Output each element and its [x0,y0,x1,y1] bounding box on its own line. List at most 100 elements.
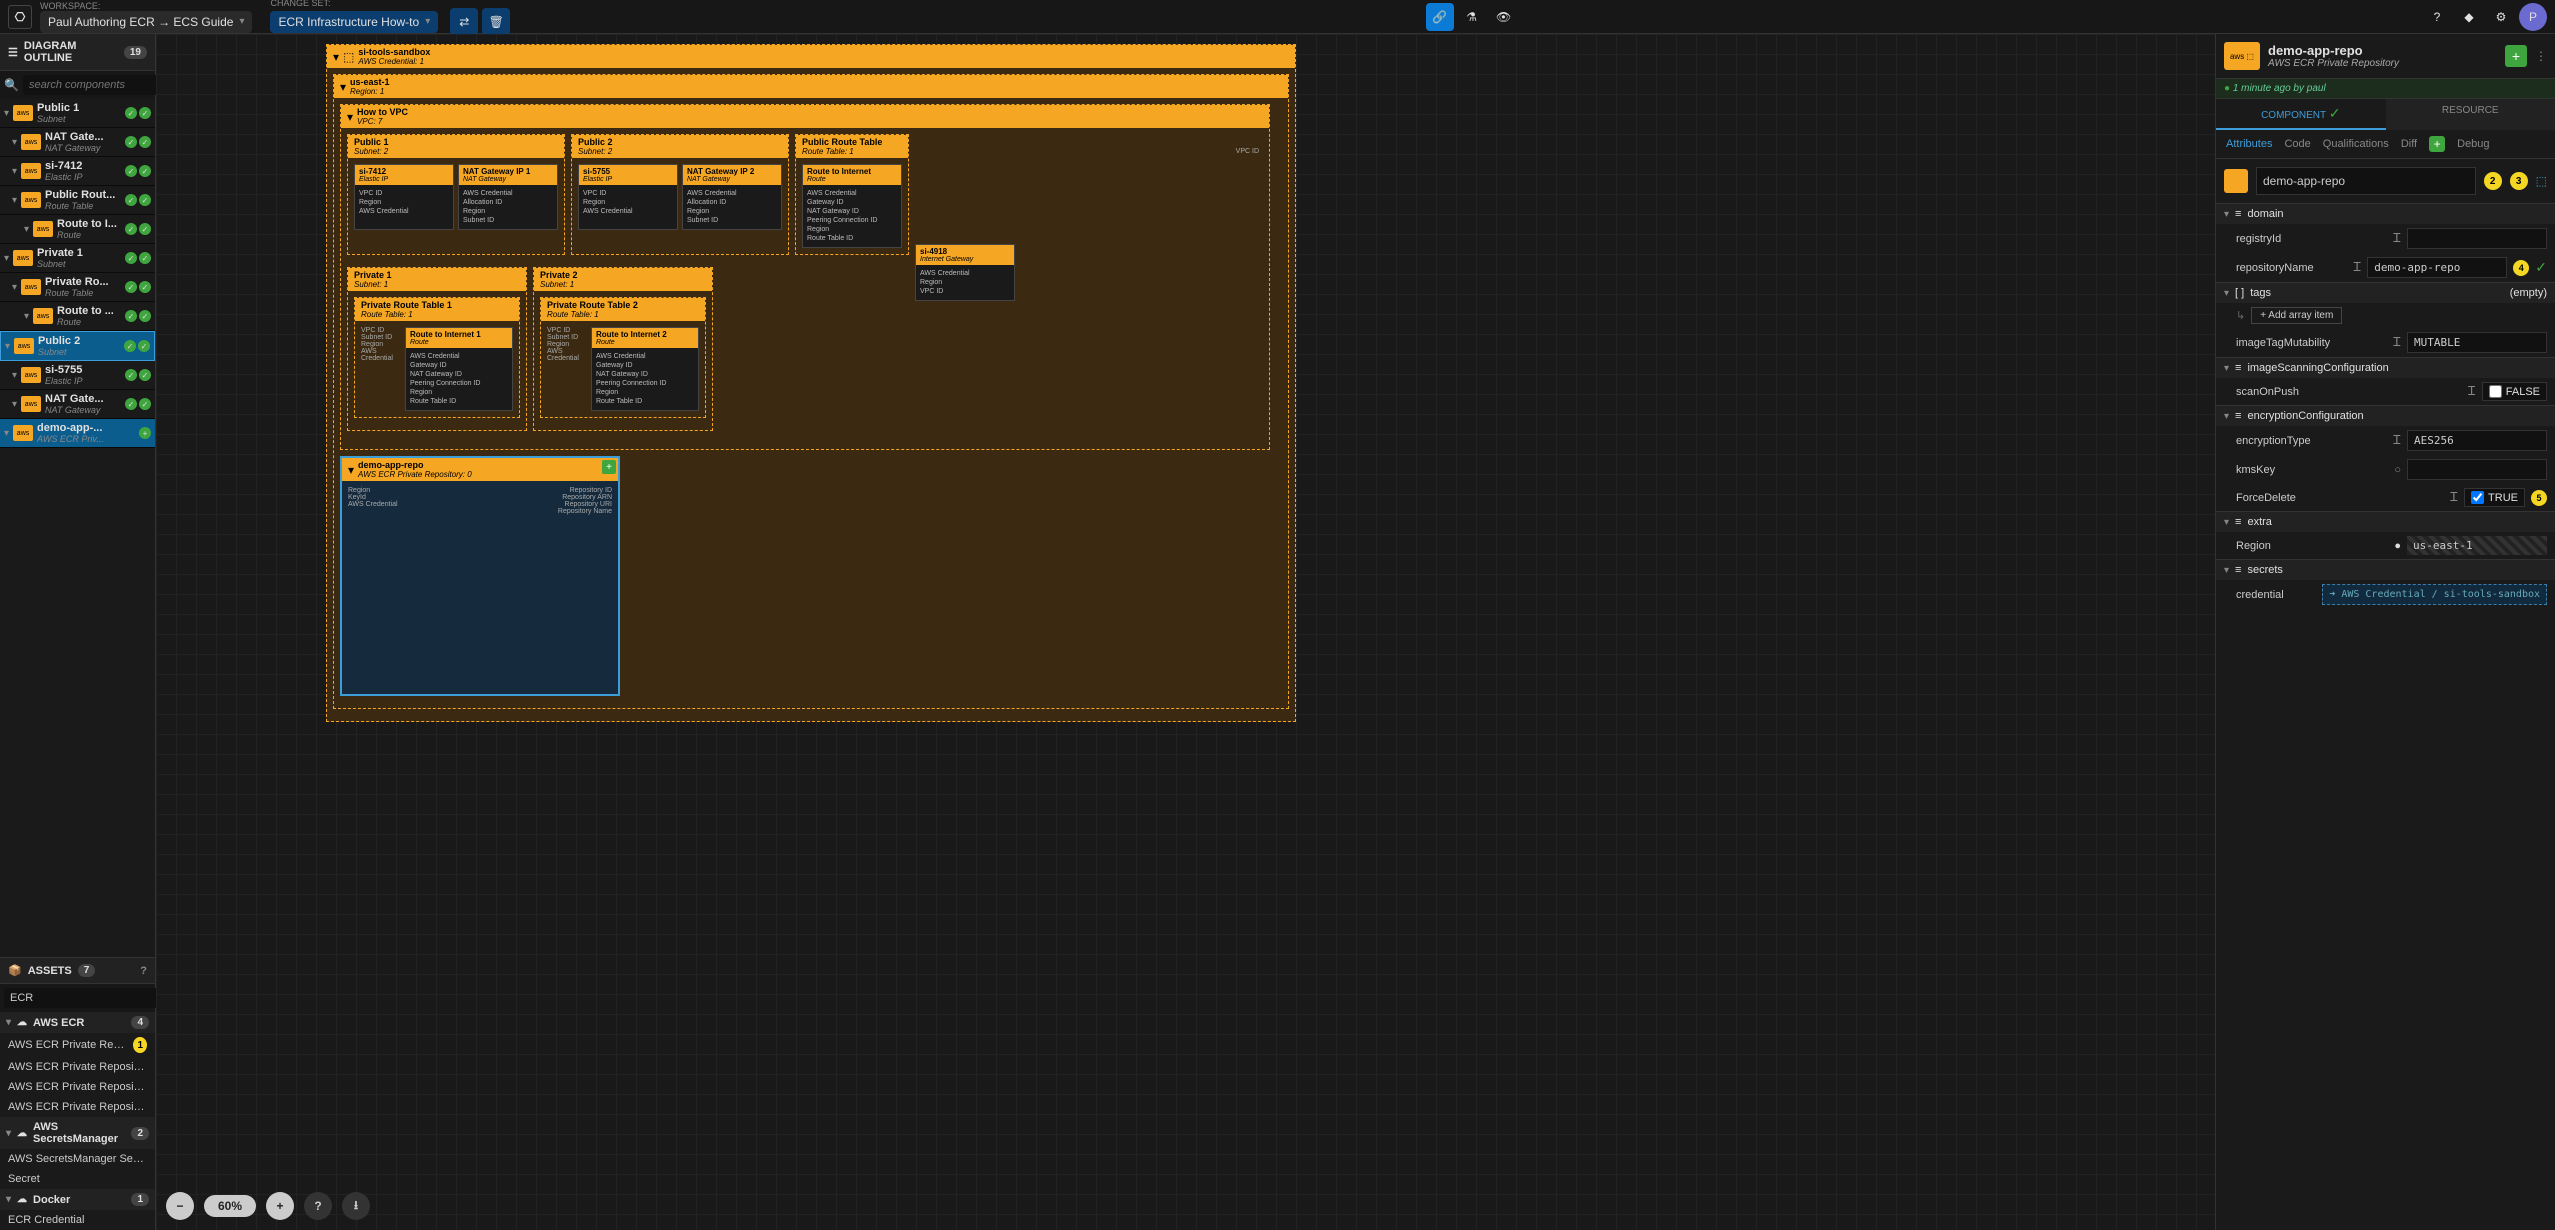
sec-extra-hdr[interactable]: ▾ ≡ extra [2216,512,2555,532]
card-rti-1[interactable]: Route to Internet 1Route AWS CredentialG… [405,327,513,411]
asset-item[interactable]: AWS SecretsManager Secret String [0,1149,155,1169]
frame-demo-app-repo[interactable]: ▾ demo-app-repo AWS ECR Private Reposito… [340,456,620,696]
outline-item[interactable]: ▾awsPrivate Ro...Route Table✓✓ [0,273,155,302]
frame-private-2[interactable]: Private 2Subnet: 1 Private Route Table 2… [533,267,713,431]
diagram-view-button[interactable]: 🔗 [1426,3,1454,31]
assets-search-input[interactable] [4,988,158,1008]
more-icon[interactable]: ⋮ [2535,49,2547,63]
lab-view-button[interactable]: ⚗ [1458,3,1486,31]
frame-region[interactable]: ▾ us-east-1 Region: 1 ▾ [333,74,1289,709]
tab-component[interactable]: COMPONENT ✓ [2216,99,2386,130]
delete-changeset-button[interactable]: 🗑 [482,8,510,36]
frame-prt-1[interactable]: Private Route Table 1Route Table: 1 VPC … [354,297,520,418]
sec-secrets-hdr[interactable]: ▾ ≡ secrets [2216,560,2555,580]
scanOnPush-checkbox[interactable]: FALSE [2482,382,2547,401]
asset-item[interactable]: AWS ECR Private Repository Lifecycle ... [0,1077,155,1097]
settings-button[interactable]: ⚙ [2487,3,2515,31]
frame-public-1[interactable]: Public 1Subnet: 2 si-7412Elastic IP VPC … [347,134,565,255]
subtab-code[interactable]: Code [2284,138,2310,150]
credential-value[interactable]: ➜ AWS Credential / si-tools-sandbox [2322,584,2547,605]
outline-search-input[interactable] [23,75,178,95]
check-icon: ✓ [139,398,151,410]
repositoryName-input[interactable] [2367,257,2507,278]
add-component-button[interactable]: + [2505,45,2527,67]
app-logo[interactable]: ⎔ [8,5,32,29]
encryptionType-input[interactable] [2407,430,2547,451]
sec-domain-hdr[interactable]: ▾ ≡ domain [2216,204,2555,224]
changeset-selector[interactable]: ECR Infrastructure How-to ▾ [270,11,438,33]
outline-item[interactable]: ▾awsdemo-app-...AWS ECR Priv...+ [0,419,155,448]
registryId-input[interactable] [2407,228,2547,249]
kmsKey-input[interactable] [2407,459,2547,480]
add-icon[interactable]: + [602,460,616,474]
card-nat-1[interactable]: NAT Gateway IP 1NAT Gateway AWS Credenti… [458,164,558,230]
outline-item[interactable]: ▾awsRoute to ...Route✓✓ [0,302,155,331]
asset-group-header[interactable]: ▾ ☁ AWS ECR4 [0,1012,155,1033]
download-button[interactable]: ⭳ [342,1192,370,1220]
outline-item[interactable]: ▾awssi-7412Elastic IP✓✓ [0,157,155,186]
subtab-debug[interactable]: Debug [2457,138,2489,150]
card-nat-2[interactable]: NAT Gateway IP 2NAT Gateway AWS Credenti… [682,164,782,230]
outline-item[interactable]: ▾awsNAT Gate...NAT Gateway✓✓ [0,128,155,157]
assets-list: ▾ ☁ AWS ECR4AWS ECR Private Repository1A… [0,1012,155,1230]
forceDelete-checkbox[interactable]: TRUE [2464,488,2525,507]
card-rti-2[interactable]: Route to Internet 2Route AWS CredentialG… [591,327,699,411]
chevron-down-icon: ▾ [239,16,244,27]
user-avatar[interactable]: P [2519,3,2547,31]
sec-encryption-hdr[interactable]: ▾ ≡ encryptionConfiguration [2216,406,2555,426]
imageTagMutability-input[interactable] [2407,332,2547,353]
card-si-4918[interactable]: si-4918Internet Gateway AWS CredentialRe… [915,244,1015,301]
asset-item[interactable]: AWS ECR Private Repository Lifecycle ... [0,1057,155,1077]
outline-item[interactable]: ▾awssi-5755Elastic IP✓✓ [0,361,155,390]
color-swatch[interactable] [2224,169,2248,193]
sec-imageScanning-hdr[interactable]: ▾ ≡ imageScanningConfiguration [2216,358,2555,378]
region-value[interactable]: us-east-1 [2407,536,2547,555]
eye-view-button[interactable]: 👁 [1490,3,1518,31]
check-icon: ✓ [125,281,137,293]
card-route-internet[interactable]: Route to InternetRoute AWS CredentialGat… [802,164,902,248]
frame-prt-2[interactable]: Private Route Table 2Route Table: 1 VPC … [540,297,706,418]
outline-item[interactable]: ▾awsPrivate 1Subnet✓✓ [0,244,155,273]
diff-add-button[interactable]: + [2429,136,2445,152]
help-icon[interactable]: ? [140,965,147,977]
asset-item[interactable]: Secret [0,1169,155,1189]
frame-type-icon[interactable]: ⬚ [2536,174,2547,188]
outline-item[interactable]: ▾awsNAT Gate...NAT Gateway✓✓ [0,390,155,419]
canvas-help-button[interactable]: ? [304,1192,332,1220]
asset-group-header[interactable]: ▾ ☁ Docker1 [0,1189,155,1210]
frame-private-1[interactable]: Private 1Subnet: 1 Private Route Table 1… [347,267,527,431]
help-button[interactable]: ? [2423,3,2451,31]
component-name-input[interactable] [2256,167,2476,195]
subtab-qualifications[interactable]: Qualifications [2323,138,2389,150]
card-si-7412[interactable]: si-7412Elastic IP VPC IDRegionAWS Creden… [354,164,454,230]
discord-button[interactable]: ◆ [2455,3,2483,31]
zoom-in-button[interactable]: + [266,1192,294,1220]
zoom-out-button[interactable]: − [166,1192,194,1220]
outline-item[interactable]: ▾awsPublic Rout...Route Table✓✓ [0,186,155,215]
add-array-item-button[interactable]: + Add array item [2251,307,2342,324]
outline-item[interactable]: ▾awsPublic 1Subnet✓✓ [0,99,155,128]
outline-item[interactable]: ▾awsRoute to I...Route✓✓ [0,215,155,244]
chevron-down-icon: ▾ [6,1017,11,1028]
asset-item[interactable]: AWS ECR Private Repository Policy [0,1097,155,1117]
frame-vpc[interactable]: ▾ How to VPC VPC: 7 [340,104,1270,450]
chevron-down-icon: ▾ [12,195,17,206]
rp-subtabs: Attributes Code Qualifications Diff + De… [2216,130,2555,159]
asset-group-header[interactable]: ▾ ☁ AWS SecretsManager2 [0,1117,155,1149]
outline-item[interactable]: ▾awsPublic 2Subnet✓✓ [0,331,155,361]
sec-tags-hdr[interactable]: ▾ [ ] tags (empty) [2216,283,2555,303]
workspace-selector[interactable]: Paul Authoring ECR → ECS Guide ▾ [40,11,252,33]
subtab-diff[interactable]: Diff [2401,138,2417,150]
aws-icon: aws [33,221,53,237]
card-si-5755[interactable]: si-5755Elastic IP VPC IDRegionAWS Creden… [578,164,678,230]
canvas-area[interactable]: ▾ ⬚ si-tools-sandbox AWS Credential: 1 ▾… [156,34,2215,1230]
frame-public-rt[interactable]: Public Route TableRoute Table: 1 Route t… [795,134,909,255]
subtab-attributes[interactable]: Attributes [2226,138,2272,150]
frame-public-2-top[interactable]: Public 2Subnet: 2 si-5755Elastic IP VPC … [571,134,789,255]
merge-button[interactable]: ⇄ [450,8,478,36]
asset-item[interactable]: ECR Credential [0,1210,155,1230]
frame-sandbox[interactable]: ▾ ⬚ si-tools-sandbox AWS Credential: 1 ▾… [326,44,1296,722]
zoom-level[interactable]: 60% [204,1195,256,1217]
asset-item[interactable]: AWS ECR Private Repository1 [0,1033,155,1057]
tab-resource[interactable]: RESOURCE [2386,99,2555,130]
